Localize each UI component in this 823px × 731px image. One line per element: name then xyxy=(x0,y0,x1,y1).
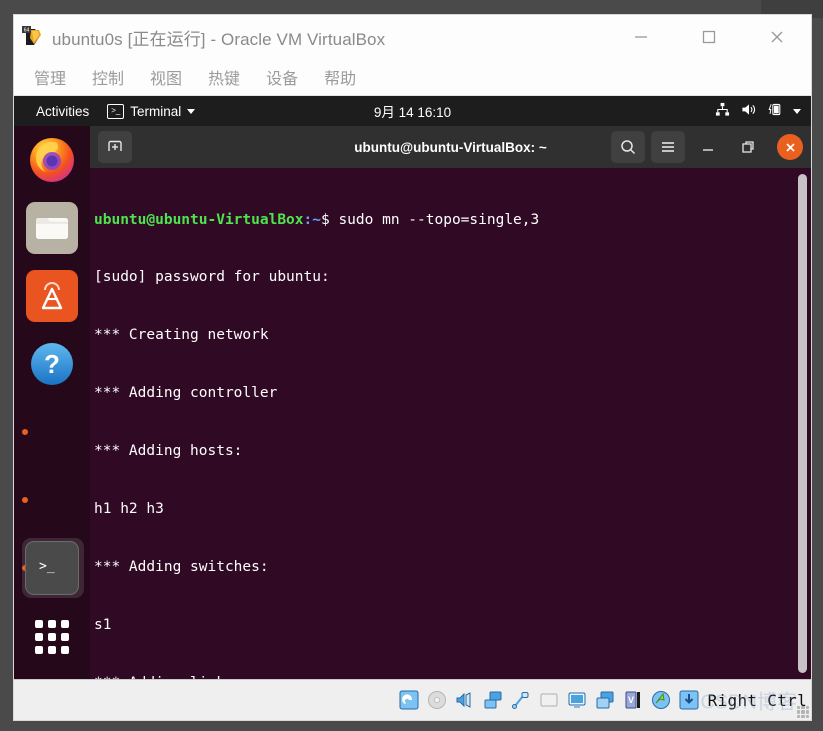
menu-item-view[interactable]: 视图 xyxy=(150,65,182,89)
prompt-symbol: $ xyxy=(320,211,330,228)
statusbar-device-icons: V xyxy=(398,689,700,711)
terminal-line: *** Creating network xyxy=(94,327,269,344)
mouse-integration-icon[interactable] xyxy=(650,689,672,711)
grid-icon xyxy=(35,620,69,654)
svg-text:V: V xyxy=(628,695,634,705)
minimize-button[interactable] xyxy=(607,15,675,59)
terminal-close-button[interactable] xyxy=(777,134,803,160)
virtualbox-window-controls xyxy=(607,15,811,59)
dock-item-firefox[interactable] xyxy=(14,126,90,194)
network-icon xyxy=(715,102,730,120)
dock-item-running-app-2[interactable] xyxy=(14,466,90,534)
virtualbox-titlebar: 64 ubuntu0s [正在运行] - Oracle VM VirtualBo… xyxy=(14,15,811,59)
network-icon[interactable] xyxy=(482,689,504,711)
dock-item-terminal[interactable]: >_ xyxy=(14,534,90,602)
firefox-icon xyxy=(26,134,78,186)
running-indicator-dot xyxy=(22,497,28,503)
svg-text:?: ? xyxy=(44,349,60,379)
dock-item-help[interactable]: ? xyxy=(14,330,90,398)
gnome-top-bar: Activities >_ Terminal 9月 14 16:10 xyxy=(14,96,811,126)
terminal-line: *** Adding switches: xyxy=(94,558,269,575)
terminal-line: h1 h2 h3 xyxy=(94,501,164,518)
virtualbox-statusbar: V Right Ctrl CSDN博客 xyxy=(14,679,811,720)
battery-icon xyxy=(768,102,782,120)
terminal-line: [sudo] password for ubuntu: xyxy=(94,269,330,286)
search-button[interactable] xyxy=(611,131,645,163)
terminal-line: *** Adding controller xyxy=(94,385,278,402)
terminal-line: s1 xyxy=(94,616,112,633)
prompt-user-host: ubuntu@ubuntu-VirtualBox xyxy=(94,211,304,228)
terminal-scrollbar[interactable] xyxy=(798,174,807,673)
files-icon xyxy=(26,202,78,254)
keyboard-icon[interactable] xyxy=(678,689,700,711)
hamburger-menu-button[interactable] xyxy=(651,131,685,163)
activities-button[interactable]: Activities xyxy=(14,104,99,119)
video-capture-icon[interactable] xyxy=(594,689,616,711)
harddisk-icon[interactable] xyxy=(398,689,420,711)
prompt-path: :~ xyxy=(303,211,321,228)
menu-item-manage[interactable]: 管理 xyxy=(34,65,66,89)
ubuntu-software-icon xyxy=(26,270,78,322)
svg-text:64: 64 xyxy=(24,28,30,34)
ubuntu-dock: ? >_ xyxy=(14,126,243,679)
terminal-command: sudo mn --topo=single,3 xyxy=(338,211,540,228)
virtualization-icon[interactable]: V xyxy=(622,689,644,711)
close-button[interactable] xyxy=(743,15,811,59)
help-icon: ? xyxy=(26,338,78,390)
terminal-icon: >_ xyxy=(25,541,79,595)
resize-grip-icon[interactable] xyxy=(797,706,809,718)
system-status-area[interactable] xyxy=(715,102,801,120)
terminal-window: ubuntu@ubuntu-VirtualBox: ~ ubuntu@ubunt… xyxy=(90,126,811,679)
display-icon[interactable] xyxy=(566,689,588,711)
menu-item-hotkeys[interactable]: 热键 xyxy=(208,65,240,89)
guest-screen: Activities >_ Terminal 9月 14 16:10 ? >_ … xyxy=(14,96,811,679)
terminal-minimize-button[interactable] xyxy=(691,131,725,163)
usb-icon[interactable] xyxy=(510,689,532,711)
virtualbox-menubar: 管理 控制 视图 热键 设备 帮助 xyxy=(14,59,811,96)
app-menu-terminal[interactable]: >_ Terminal xyxy=(99,103,203,119)
virtualbox-window: 64 ubuntu0s [正在运行] - Oracle VM VirtualBo… xyxy=(13,14,812,721)
terminal-header-buttons xyxy=(611,131,803,163)
terminal-header: ubuntu@ubuntu-VirtualBox: ~ xyxy=(90,126,811,168)
chevron-down-icon xyxy=(187,108,196,114)
app-menu-label: Terminal xyxy=(130,103,182,119)
screenshot-root: 64 ubuntu0s [正在运行] - Oracle VM VirtualBo… xyxy=(0,0,823,731)
clock[interactable]: 9月 14 16:10 xyxy=(374,101,451,121)
terminal-output: ubuntu@ubuntu-VirtualBox:~$ sudo mn --to… xyxy=(94,172,791,679)
show-applications-button[interactable] xyxy=(14,603,90,671)
terminal-line: *** Adding hosts: xyxy=(94,443,243,460)
menu-item-help[interactable]: 帮助 xyxy=(324,65,356,89)
virtualbox-window-title: ubuntu0s [正在运行] - Oracle VM VirtualBox xyxy=(52,29,386,49)
volume-icon xyxy=(741,102,757,120)
virtualbox-64bit-icon: 64 xyxy=(22,26,44,48)
optical-disk-icon[interactable] xyxy=(426,689,448,711)
audio-icon[interactable] xyxy=(454,689,476,711)
chevron-down-icon-system xyxy=(793,108,801,114)
host-key-indicator: Right Ctrl xyxy=(707,690,807,710)
terminal-restore-button[interactable] xyxy=(731,131,765,163)
new-tab-button[interactable] xyxy=(98,131,132,163)
maximize-button[interactable] xyxy=(675,15,743,59)
menu-item-control[interactable]: 控制 xyxy=(92,65,124,89)
shared-folder-icon[interactable] xyxy=(538,689,560,711)
svg-text:>_: >_ xyxy=(39,559,55,574)
terminal-icon: >_ xyxy=(107,103,125,119)
terminal-body[interactable]: ubuntu@ubuntu-VirtualBox:~$ sudo mn --to… xyxy=(90,168,811,679)
menu-item-devices[interactable]: 设备 xyxy=(266,65,298,89)
running-indicator-dot xyxy=(22,429,28,435)
dock-item-files[interactable] xyxy=(14,194,90,262)
dock-item-running-app-1[interactable] xyxy=(14,398,90,466)
dock-item-ubuntu-software[interactable] xyxy=(14,262,90,330)
